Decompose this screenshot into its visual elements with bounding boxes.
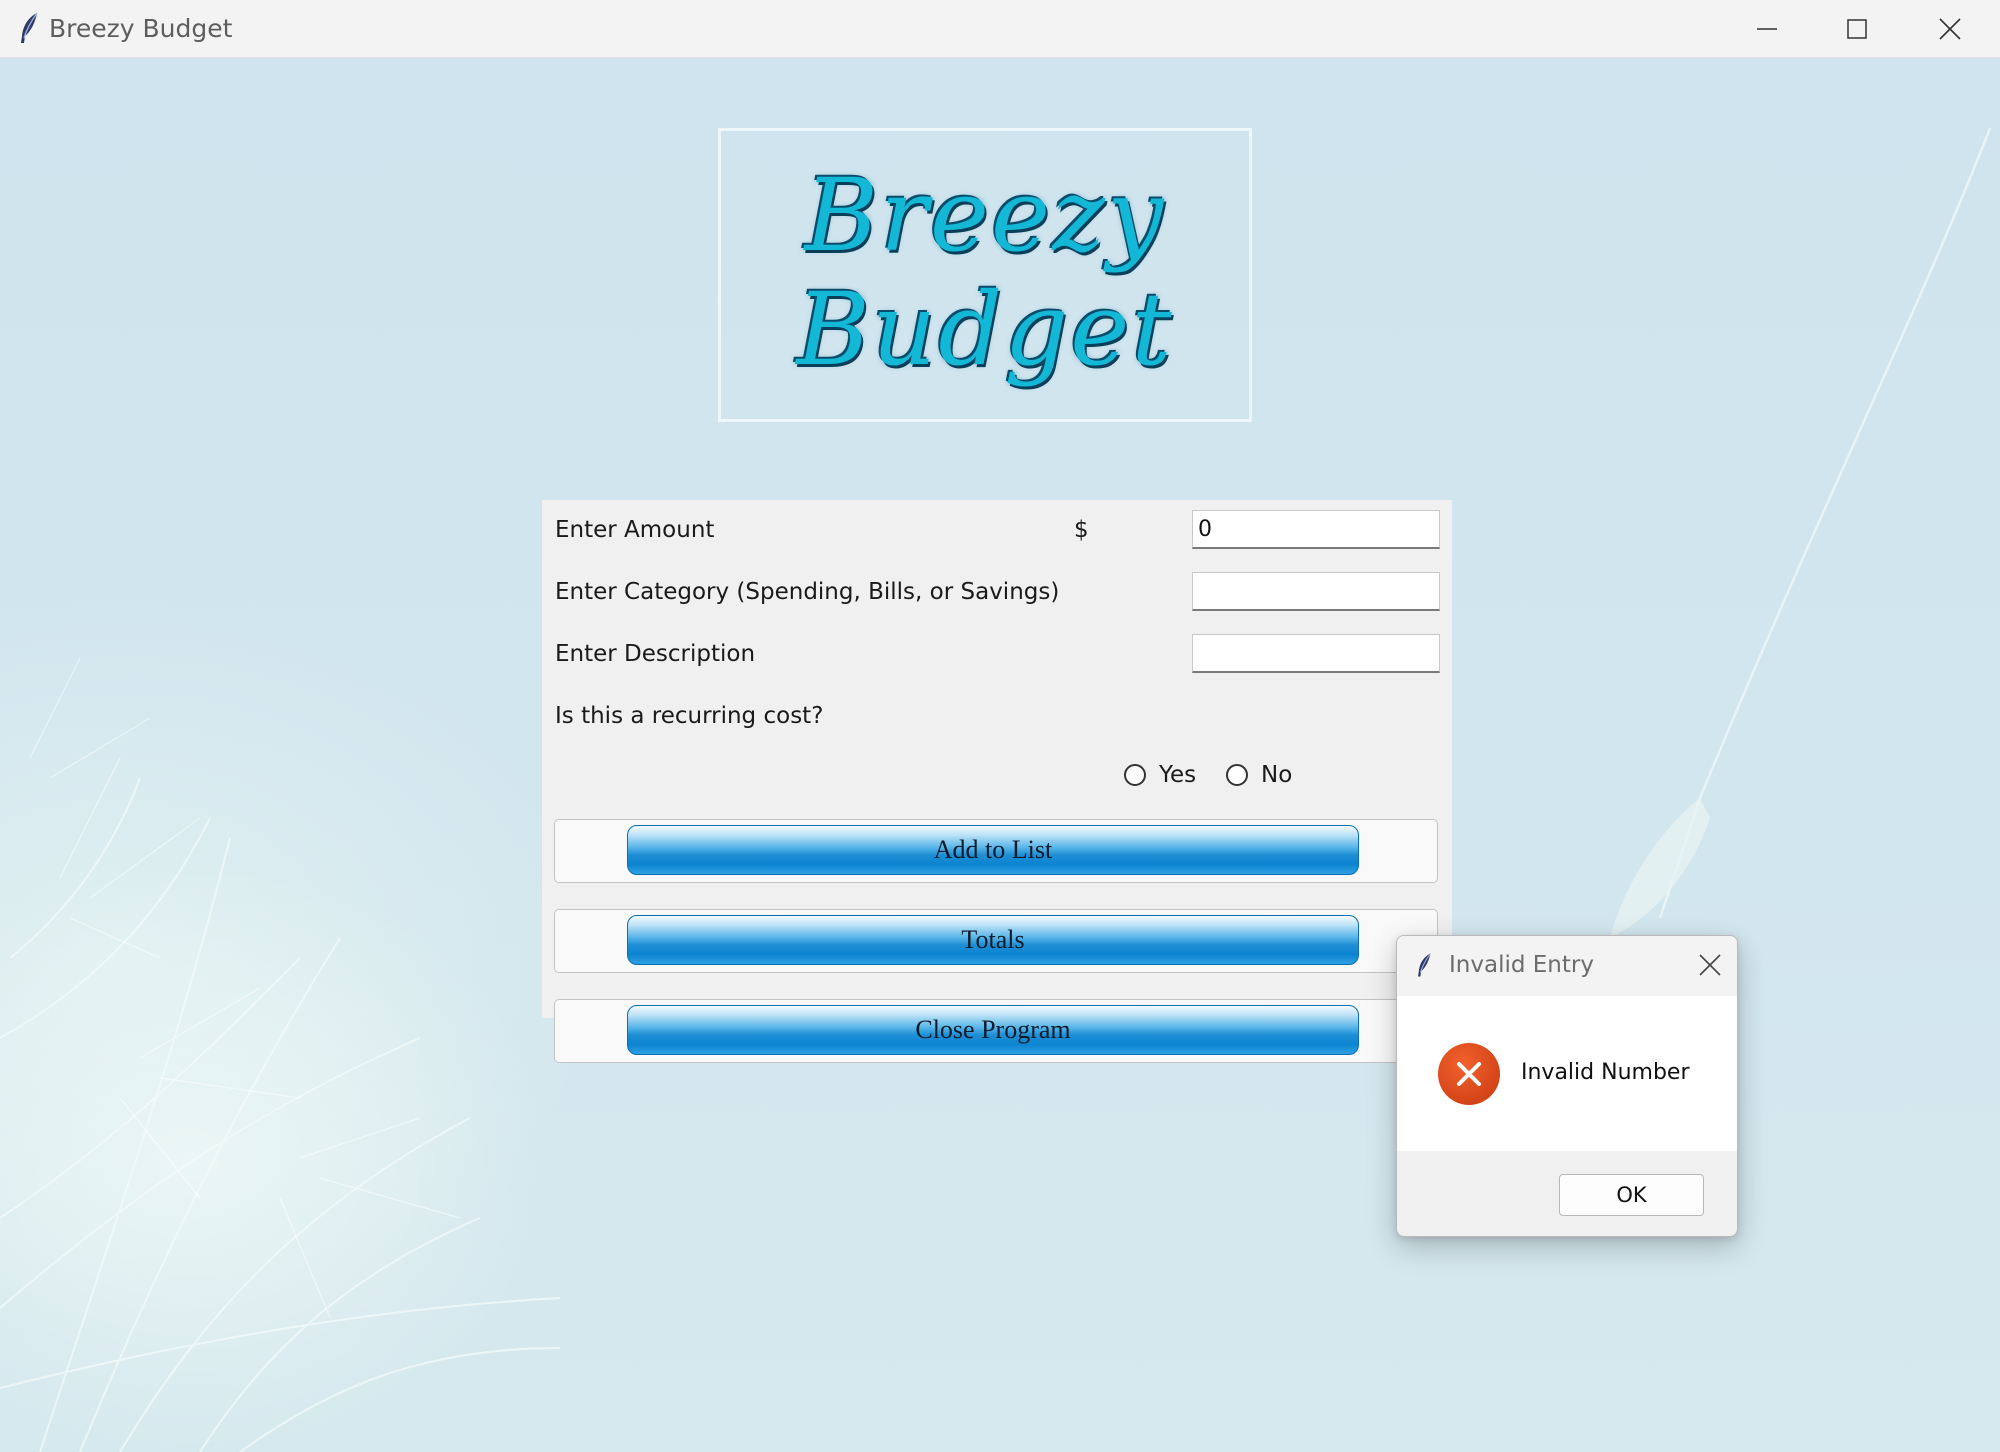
invalid-entry-dialog: Invalid Entry Invalid Number OK	[1396, 935, 1738, 1237]
breezy-budget-logo: Breezy Budget	[718, 128, 1252, 422]
close-program-button[interactable]: Close Program	[627, 1005, 1359, 1055]
dialog-title-bar: Invalid Entry	[1397, 936, 1737, 996]
maximize-button[interactable]	[1812, 0, 1902, 57]
app-window-body: Breezy Budget Enter Amount $ Enter Categ…	[0, 58, 2000, 1452]
dialog-body: Invalid Number	[1397, 996, 1737, 1151]
maximize-icon	[1847, 19, 1867, 39]
description-label: Enter Description	[555, 641, 756, 667]
totals-button[interactable]: Totals	[627, 915, 1359, 965]
amount-label: Enter Amount	[555, 517, 715, 543]
currency-symbol: $	[1074, 517, 1089, 543]
category-input[interactable]	[1192, 572, 1440, 611]
minimize-button[interactable]	[1722, 0, 1812, 57]
title-bar: Breezy Budget	[0, 0, 2000, 58]
add-to-list-button[interactable]: Add to List	[627, 825, 1359, 875]
amount-input[interactable]	[1192, 510, 1440, 549]
logo-text-line-2: Budget	[796, 271, 1174, 388]
recurring-no-radio[interactable]: No	[1226, 762, 1292, 788]
minimize-icon	[1757, 28, 1777, 30]
ok-button[interactable]: OK	[1559, 1174, 1704, 1216]
radio-yes-label: Yes	[1159, 762, 1197, 788]
radio-circle	[1124, 764, 1146, 786]
logo-text-line-1: Breezy	[804, 157, 1166, 274]
recurring-yes-radio[interactable]: Yes	[1124, 762, 1196, 788]
close-button[interactable]	[1905, 0, 1995, 57]
dialog-message: Invalid Number	[1521, 1060, 1690, 1085]
error-icon	[1438, 1043, 1500, 1105]
window-title: Breezy Budget	[49, 14, 233, 43]
recurring-cost-label: Is this a recurring cost?	[555, 703, 824, 729]
feather-icon	[1418, 953, 1431, 977]
description-input[interactable]	[1192, 634, 1440, 673]
budget-entry-form: Enter Amount $ Enter Category (Spending,…	[542, 500, 1452, 1063]
totals-frame: Totals	[554, 909, 1438, 973]
add-to-list-frame: Add to List	[554, 819, 1438, 883]
dialog-title: Invalid Entry	[1449, 952, 1594, 978]
radio-no-label: No	[1261, 762, 1293, 788]
close-program-frame: Close Program	[554, 999, 1438, 1063]
feather-icon	[21, 12, 38, 43]
radio-circle	[1226, 764, 1248, 786]
close-icon	[1939, 18, 1961, 40]
category-label: Enter Category (Spending, Bills, or Savi…	[555, 579, 1060, 605]
dialog-close-icon[interactable]	[1697, 952, 1723, 978]
